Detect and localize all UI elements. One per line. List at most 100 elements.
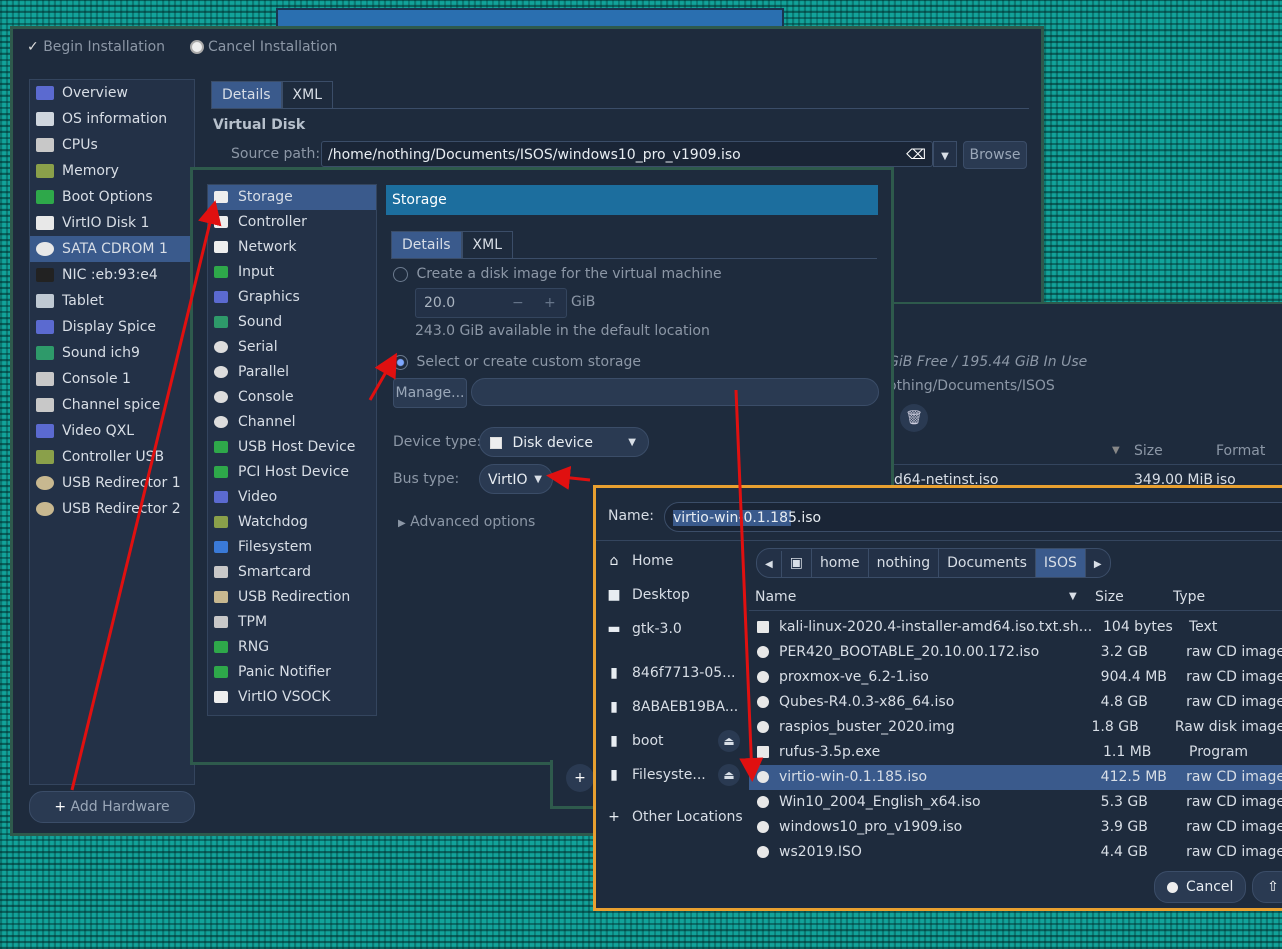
custom-storage-option[interactable]: Select or create custom storage <box>393 354 641 370</box>
nav-item-display-spice[interactable]: Display Spice <box>30 314 194 340</box>
tab-xml[interactable]: XML <box>281 81 334 108</box>
create-disk-option[interactable]: Create a disk image for the virtual mach… <box>393 266 722 282</box>
cancel-installation-button[interactable]: Cancel Installation <box>189 39 337 55</box>
drive-root-icon[interactable]: ▣ <box>782 549 812 577</box>
nav-item-video-qxl[interactable]: Video QXL <box>30 418 194 444</box>
hardware-type-channel[interactable]: Channel <box>208 410 376 435</box>
disk-size-spinner[interactable]: 20.0 − + <box>415 288 567 318</box>
increment-icon[interactable]: + <box>544 289 556 317</box>
file-row[interactable]: ws2019.ISO 4.4 GB raw CD image <box>749 840 1282 865</box>
hardware-type-virtio-vsock[interactable]: VirtIO VSOCK <box>208 685 376 710</box>
crumb-nothing[interactable]: nothing <box>869 549 940 577</box>
create-disk-radio[interactable] <box>393 266 408 282</box>
advanced-options-expander[interactable]: ▶ Advanced options <box>398 514 535 530</box>
source-path-input[interactable]: /home/nothing/Documents/ISOS/windows10_p… <box>321 141 933 167</box>
storage-tab-details[interactable]: Details <box>391 231 462 258</box>
tab-details[interactable]: Details <box>211 81 282 108</box>
nav-item-usb-redirector-2[interactable]: USB Redirector 2 <box>30 496 194 522</box>
file-row[interactable]: rufus-3.5p.exe 1.1 MB Program <box>749 740 1282 765</box>
pool-col-format[interactable]: Format <box>1216 438 1265 464</box>
file-row[interactable]: windows10_pro_v1909.iso 3.9 GB raw CD imag… <box>749 815 1282 840</box>
controller-icon <box>214 216 228 228</box>
hardware-type-network[interactable]: Network <box>208 235 376 260</box>
hardware-type-parallel[interactable]: Parallel <box>208 360 376 385</box>
add-hardware-button[interactable]: + Add Hardware <box>29 791 195 823</box>
decrement-icon[interactable]: − <box>512 289 524 317</box>
file-row[interactable]: kali-linux-2020.4-installer-amd64.iso.tx… <box>749 615 1282 640</box>
place-desktop[interactable]: ■ Desktop <box>596 578 746 612</box>
place-filesyste[interactable]: ▮ Filesyste... ⏏ <box>596 758 746 792</box>
clear-icon[interactable]: ⌫ <box>906 142 926 168</box>
col-size[interactable]: Size <box>1095 584 1124 610</box>
nav-item-label: Overview <box>62 85 128 101</box>
hardware-type-sound[interactable]: Sound <box>208 310 376 335</box>
col-type[interactable]: Type <box>1173 584 1205 610</box>
file-row[interactable]: Qubes-R4.0.3-x86_64.iso 4.8 GB raw CD imag… <box>749 690 1282 715</box>
file-row[interactable]: Win10_2004_English_x64.iso 5.3 GB raw CD i… <box>749 790 1282 815</box>
place-other-locations[interactable]: + Other Locations <box>596 800 746 834</box>
nav-item-os-information[interactable]: OS information <box>30 106 194 132</box>
hardware-type-serial[interactable]: Serial <box>208 335 376 360</box>
nav-item-console-1[interactable]: Console 1 <box>30 366 194 392</box>
cancel-button[interactable]: Cancel <box>1154 871 1246 903</box>
nav-item-memory[interactable]: Memory <box>30 158 194 184</box>
place-8abaeb19ba[interactable]: ▮ 8ABAEB19BA... <box>596 690 746 724</box>
place-846f7713-05[interactable]: ▮ 846f7713-05... <box>596 656 746 690</box>
nav-item-virtio-disk-1[interactable]: VirtIO Disk 1 <box>30 210 194 236</box>
hardware-type-usb-redirection[interactable]: USB Redirection <box>208 585 376 610</box>
hardware-type-watchdog[interactable]: Watchdog <box>208 510 376 535</box>
hardware-type-graphics[interactable]: Graphics <box>208 285 376 310</box>
hardware-type-usb-host-device[interactable]: USB Host Device <box>208 435 376 460</box>
crumb-documents[interactable]: Documents <box>939 549 1036 577</box>
nav-item-usb-redirector-1[interactable]: USB Redirector 1 <box>30 470 194 496</box>
device-type-select[interactable]: Disk device ▼ <box>479 427 649 457</box>
eject-icon[interactable]: ⏏ <box>718 764 740 786</box>
place-gtk-3-0[interactable]: ▬ gtk-3.0 <box>596 612 746 646</box>
hardware-type-label: Network <box>238 239 297 255</box>
nav-item-boot-options[interactable]: Boot Options <box>30 184 194 210</box>
nav-item-nic-eb-93-e4[interactable]: NIC :eb:93:e4 <box>30 262 194 288</box>
nav-item-controller-usb[interactable]: Controller USB <box>30 444 194 470</box>
nav-item-cpus[interactable]: CPUs <box>30 132 194 158</box>
hardware-type-tpm[interactable]: TPM <box>208 610 376 635</box>
place-home[interactable]: ⌂ Home <box>596 544 746 578</box>
browse-button[interactable]: Browse <box>963 141 1027 169</box>
path-back-icon[interactable]: ◀ <box>757 551 782 577</box>
hardware-type-filesystem[interactable]: Filesystem <box>208 535 376 560</box>
hardware-type-rng[interactable]: RNG <box>208 635 376 660</box>
custom-storage-radio[interactable] <box>393 354 408 370</box>
nav-item-tablet[interactable]: Tablet <box>30 288 194 314</box>
manage-button[interactable]: Manage... <box>393 378 467 408</box>
nav-item-sound-ich9[interactable]: Sound ich9 <box>30 340 194 366</box>
hardware-type-pci-host-device[interactable]: PCI Host Device <box>208 460 376 485</box>
hardware-type-controller[interactable]: Controller <box>208 210 376 235</box>
bus-type-select[interactable]: VirtIO ▼ <box>479 464 553 494</box>
file-row[interactable]: virtio-win-0.1.185.iso 412.5 MB raw CD ima… <box>749 765 1282 790</box>
col-name[interactable]: Name <box>755 584 796 610</box>
pool-col-size[interactable]: Size <box>1134 438 1163 464</box>
file-row[interactable]: PER420_BOOTABLE_20.10.00.172.iso 3.2 GB ra… <box>749 640 1282 665</box>
file-row[interactable]: proxmox-ve_6.2-1.iso 904.4 MB raw CD image <box>749 665 1282 690</box>
nav-item-overview[interactable]: Overview <box>30 80 194 106</box>
hardware-type-smartcard[interactable]: Smartcard <box>208 560 376 585</box>
crumb-isos[interactable]: ISOS <box>1035 549 1086 577</box>
eject-icon[interactable]: ⏏ <box>718 730 740 752</box>
nav-item-sata-cdrom-1[interactable]: SATA CDROM 1 <box>30 236 194 262</box>
hardware-type-panic-notifier[interactable]: Panic Notifier <box>208 660 376 685</box>
nav-item-channel-spice[interactable]: Channel spice <box>30 392 194 418</box>
delete-volume-button[interactable]: 🗑 <box>900 404 928 432</box>
storage-tab-xml[interactable]: XML <box>461 231 514 258</box>
filename-input[interactable]: virtio-win-0.1.185.iso <box>664 502 1282 532</box>
hardware-type-video[interactable]: Video <box>208 485 376 510</box>
begin-installation-button[interactable]: ✓ Begin Installation <box>27 39 170 55</box>
hardware-type-input[interactable]: Input <box>208 260 376 285</box>
place-boot[interactable]: ▮ boot ⏏ <box>596 724 746 758</box>
hardware-type-console[interactable]: Console <box>208 385 376 410</box>
open-button[interactable]: ⇧ <box>1252 871 1282 903</box>
custom-storage-path-input[interactable] <box>471 378 879 406</box>
hardware-type-storage[interactable]: Storage <box>208 185 376 210</box>
file-row[interactable]: raspios_buster_2020.img 1.8 GB Raw disk im… <box>749 715 1282 740</box>
path-forward-icon[interactable]: ▶ <box>1086 551 1110 577</box>
source-dropdown-button[interactable]: ▼ <box>933 141 957 167</box>
crumb-home[interactable]: home <box>812 549 869 577</box>
